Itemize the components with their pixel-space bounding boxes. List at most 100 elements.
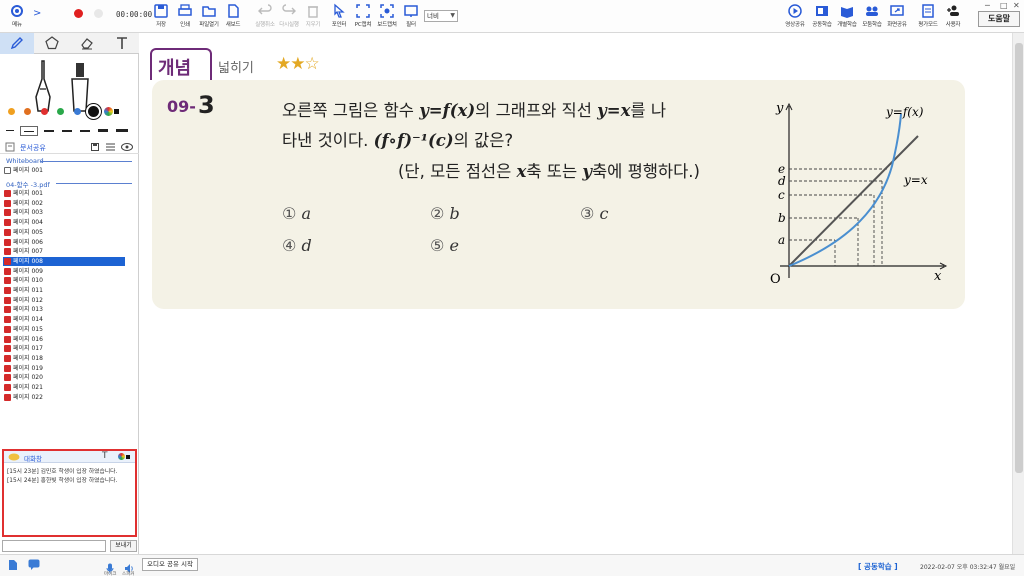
page-list-item[interactable]: 페이지 014 <box>3 315 125 324</box>
color-swatch-orange[interactable] <box>8 108 15 115</box>
line-style-6[interactable] <box>116 129 128 132</box>
menu-button[interactable]: 메뉴 <box>4 2 30 31</box>
eraser-tab[interactable] <box>70 33 104 54</box>
vertical-scrollbar[interactable] <box>1012 33 1024 554</box>
eye-icon[interactable] <box>121 143 133 151</box>
choice-4[interactable]: ④ d <box>282 236 312 255</box>
pdf-file-label: 04-함수 -3.pdf <box>6 181 50 189</box>
team-study-button[interactable]: 모둠학습 <box>859 2 885 31</box>
group-study-button[interactable]: 공동학습 <box>809 2 835 31</box>
board-capture-button[interactable]: 보드캡쳐 <box>374 2 400 31</box>
open-file-button[interactable]: 파일열기 <box>196 2 222 31</box>
undo-button[interactable]: 실행취소 <box>252 2 278 31</box>
color-swatch-black-selected[interactable] <box>88 106 99 117</box>
pdf-page-icon <box>4 219 11 227</box>
whiteboard-page-item[interactable]: 페이지 001 <box>3 166 125 175</box>
print-button[interactable]: 인쇄 <box>172 2 198 31</box>
new-board-button[interactable]: 새보드 <box>220 2 246 31</box>
pen-tab[interactable] <box>0 33 34 54</box>
scrollbar-thumb[interactable] <box>1015 43 1023 473</box>
save-label: 저장 <box>156 22 166 28</box>
color-swatch-green[interactable] <box>57 108 64 115</box>
file-icon[interactable] <box>8 559 18 571</box>
filter-button[interactable]: 필터 <box>398 2 424 31</box>
record-button[interactable] <box>74 9 83 18</box>
help-button[interactable]: 도움말 <box>978 11 1020 27</box>
page-list-item[interactable]: 페이지 017 <box>3 344 125 353</box>
play-button[interactable] <box>94 9 103 18</box>
pen-tool-icon[interactable] <box>35 60 51 112</box>
color-swatch-red[interactable] <box>41 108 48 115</box>
individual-study-button[interactable]: 개별학습 <box>834 2 860 31</box>
page-list-item[interactable]: 페이지 003 <box>3 208 125 217</box>
page-list-item[interactable]: 페이지 002 <box>3 199 125 208</box>
screen-share-button[interactable]: 화면공유 <box>884 2 910 31</box>
expand-arrow-icon[interactable]: > <box>33 8 41 19</box>
group-study-label: 공동학습 <box>812 22 832 28</box>
page-list-item[interactable]: 페이지 012 <box>3 296 125 305</box>
color-picker-icon[interactable] <box>104 107 113 116</box>
highlighter-tool-icon[interactable] <box>71 63 89 112</box>
choice-2[interactable]: ② b <box>430 204 460 223</box>
line-style-selected-frame[interactable] <box>20 126 38 136</box>
page-list-item[interactable]: 페이지 011 <box>3 286 125 295</box>
page-label: 페이지 001 <box>13 190 43 197</box>
page-list-item[interactable]: 페이지 016 <box>3 335 125 344</box>
pdf-page-icon <box>4 287 11 294</box>
page-label: 페이지 017 <box>13 345 43 353</box>
choice-value: c <box>599 204 609 223</box>
start-audio-share-button[interactable]: 오디오 공유 시작 <box>142 558 198 571</box>
close-icon[interactable]: ✕ <box>1013 1 1020 10</box>
page-list-item[interactable]: 페이지 005 <box>3 228 125 237</box>
evaluation-mode-button[interactable]: 평가모드 <box>915 2 941 31</box>
line-style-2[interactable] <box>44 130 54 132</box>
color-swatch-blue[interactable] <box>74 108 81 115</box>
page-list-item[interactable]: 페이지 018 <box>3 354 125 363</box>
video-share-button[interactable]: 영상공유 <box>782 2 808 31</box>
page-list-item[interactable]: 페이지 019 <box>3 364 125 373</box>
page-list-item[interactable]: 페이지 006 <box>3 238 125 247</box>
chat-title: 대화창 <box>24 455 42 463</box>
page-list-item[interactable]: 페이지 008 <box>3 256 125 266</box>
page-list-item[interactable]: 페이지 007 <box>3 247 125 256</box>
mic-button[interactable]: 마이크 <box>104 559 116 578</box>
text-tab[interactable] <box>105 33 139 54</box>
minimize-icon[interactable]: ─ <box>985 1 990 10</box>
save-doc-icon[interactable] <box>91 143 99 151</box>
page-list-item[interactable]: 페이지 010 <box>3 276 125 285</box>
zoom-select[interactable]: 너비 ▼ <box>424 10 458 22</box>
choice-1[interactable]: ① a <box>282 204 311 223</box>
chat-input[interactable] <box>2 540 106 552</box>
page-list-item[interactable]: 페이지 022 <box>3 393 125 402</box>
choice-5[interactable]: ⑤ e <box>430 236 459 255</box>
users-button[interactable]: 사용자 <box>940 2 966 31</box>
page-list-item[interactable]: 페이지 020 <box>3 373 125 382</box>
shape-tab[interactable] <box>35 33 69 54</box>
pc-capture-label: PC캡쳐 <box>354 22 372 28</box>
page-list-item[interactable]: 페이지 015 <box>3 325 125 334</box>
choice-3[interactable]: ③ c <box>580 204 608 223</box>
redo-button[interactable]: 다시실행 <box>276 2 302 31</box>
line-style-3[interactable] <box>62 130 72 132</box>
list-icon[interactable] <box>106 143 115 151</box>
pc-capture-button[interactable]: PC캡쳐 <box>350 2 376 31</box>
maximize-icon[interactable]: □ <box>1000 1 1008 10</box>
pointer-button[interactable]: 포인터 <box>326 2 352 31</box>
message-icon[interactable] <box>28 559 40 570</box>
page-list-item[interactable]: 페이지 004 <box>3 218 125 227</box>
page-list-item[interactable]: 페이지 021 <box>3 383 125 392</box>
line-style-4[interactable] <box>80 130 90 132</box>
chat-color-icon[interactable] <box>118 453 125 460</box>
line-style-thin[interactable] <box>6 130 14 131</box>
send-button[interactable]: 보내기 <box>110 540 137 552</box>
line-style-5[interactable] <box>98 129 108 132</box>
page-list-item[interactable]: 페이지 001 <box>3 189 125 198</box>
question-line-2: 타낸 것이다. (f∘f)⁻¹(c)의 값은? <box>282 127 513 151</box>
clear-button[interactable]: 지우기 <box>300 2 326 31</box>
color-swatch-darkorange[interactable] <box>24 108 31 115</box>
text-format-icon[interactable]: T <box>102 451 108 461</box>
page-list-item[interactable]: 페이지 013 <box>3 305 125 314</box>
save-button[interactable]: 저장 <box>148 2 174 31</box>
speaker-button[interactable]: 스피커 <box>122 559 134 578</box>
page-list-item[interactable]: 페이지 009 <box>3 267 125 276</box>
